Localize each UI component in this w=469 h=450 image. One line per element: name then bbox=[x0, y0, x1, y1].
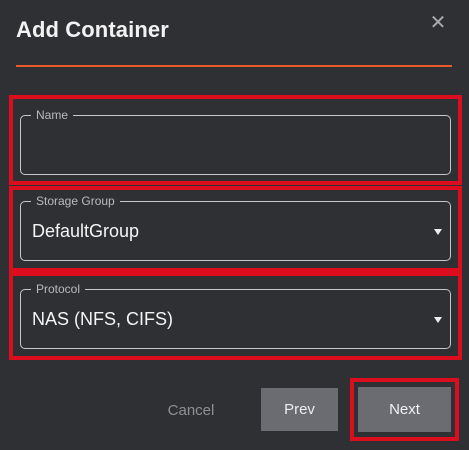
storage-group-value: DefaultGroup bbox=[32, 221, 140, 241]
protocol-label: Protocol bbox=[31, 281, 86, 297]
next-button[interactable]: Next bbox=[358, 387, 451, 432]
protocol-value: NAS (NFS, CIFS) bbox=[32, 309, 174, 329]
name-field-label: Name bbox=[31, 107, 74, 123]
close-icon[interactable]: ✕ bbox=[427, 12, 449, 34]
storage-group-select[interactable]: Storage Group DefaultGroup bbox=[20, 193, 451, 261]
cancel-button[interactable]: Cancel bbox=[150, 400, 232, 422]
protocol-select[interactable]: Protocol NAS (NFS, CIFS) bbox=[20, 281, 451, 349]
add-container-dialog: Add Container ✕ Name Storage Group Defau… bbox=[0, 0, 469, 450]
dialog-header: Add Container ✕ bbox=[0, 0, 469, 66]
chevron-down-icon bbox=[434, 317, 442, 323]
storage-group-label: Storage Group bbox=[31, 193, 120, 209]
prev-button[interactable]: Prev bbox=[261, 388, 338, 431]
name-field[interactable]: Name bbox=[20, 107, 451, 175]
chevron-down-icon bbox=[434, 229, 442, 235]
dialog-title: Add Container bbox=[16, 17, 169, 42]
title-underline bbox=[16, 65, 452, 67]
